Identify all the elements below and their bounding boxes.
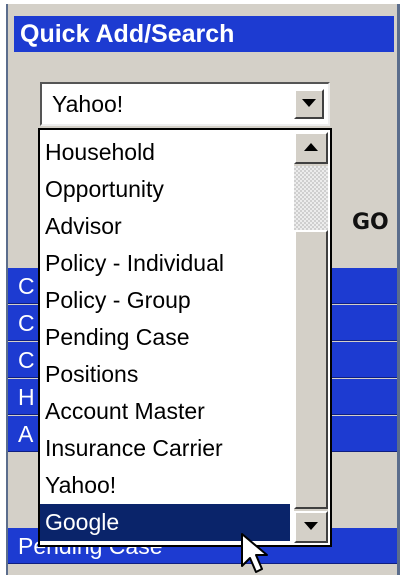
background-row-label: C xyxy=(18,310,35,336)
mouse-pointer-icon xyxy=(241,533,268,573)
dropdown-option-pending-case[interactable]: Pending Case xyxy=(40,319,290,356)
dropdown-option-insurance-carrier[interactable]: Insurance Carrier xyxy=(40,430,290,467)
dropdown-option-advisor[interactable]: Advisor xyxy=(40,208,290,245)
background-row-label: A xyxy=(18,421,34,447)
triangle-down-icon xyxy=(302,99,316,107)
dropdown-list[interactable]: Household Opportunity Advisor Policy - I… xyxy=(38,128,332,547)
background-row-label: C xyxy=(18,347,35,373)
triangle-up-icon xyxy=(304,143,318,151)
go-button[interactable]: GO xyxy=(352,210,389,235)
dropdown-option-yahoo[interactable]: Yahoo! xyxy=(40,467,290,504)
scroll-down-button[interactable] xyxy=(294,511,328,543)
background-row-label: C xyxy=(18,273,35,299)
scroll-up-button[interactable] xyxy=(294,132,328,164)
panel-title: Quick Add/Search xyxy=(14,16,394,52)
dropdown-option-household[interactable]: Household xyxy=(40,134,290,171)
dropdown-option-policy-individual[interactable]: Policy - Individual xyxy=(40,245,290,282)
quick-add-search-panel: Quick Add/Search Yahoo! GO C C C H A Pen… xyxy=(6,4,400,575)
scroll-thumb[interactable] xyxy=(294,230,328,509)
combobox-selected-value: Yahoo! xyxy=(52,91,124,117)
combobox-dropdown-button[interactable] xyxy=(294,89,324,119)
triangle-down-icon xyxy=(304,522,318,530)
search-type-combobox[interactable]: Yahoo! xyxy=(40,82,330,126)
dropdown-option-positions[interactable]: Positions xyxy=(40,356,290,393)
dropdown-options: Household Opportunity Advisor Policy - I… xyxy=(40,134,290,541)
dropdown-scrollbar[interactable] xyxy=(294,132,328,543)
dropdown-option-opportunity[interactable]: Opportunity xyxy=(40,171,290,208)
dropdown-option-account-master[interactable]: Account Master xyxy=(40,393,290,430)
dropdown-option-policy-group[interactable]: Policy - Group xyxy=(40,282,290,319)
background-row-label: H xyxy=(18,384,35,410)
